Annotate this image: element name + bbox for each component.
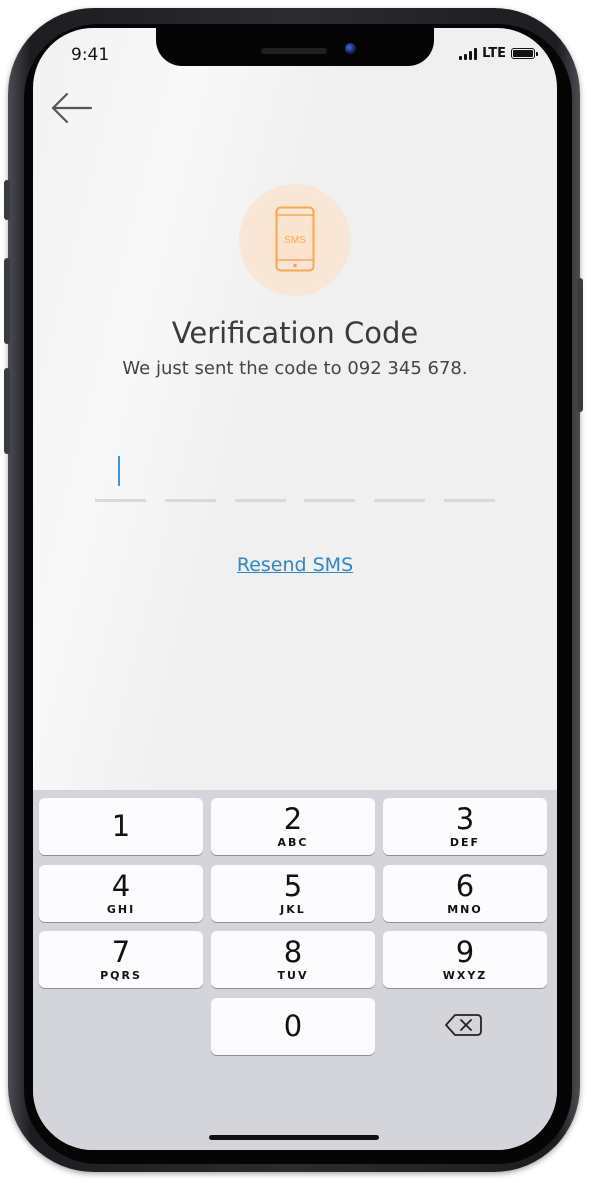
volume-down-button — [4, 368, 10, 454]
key-letters: MNO — [447, 903, 483, 916]
code-digit-5[interactable] — [374, 448, 425, 502]
sms-badge: SMS — [239, 184, 351, 296]
volume-up-button — [4, 258, 10, 344]
screen-glare — [33, 28, 389, 857]
key-0[interactable]: 0 — [211, 998, 375, 1055]
key-digit: 7 — [111, 935, 131, 969]
arrow-left-icon — [51, 92, 93, 124]
key-digit: 4 — [111, 869, 131, 903]
key-digit: 3 — [455, 802, 475, 836]
sms-icon-text: SMS — [284, 235, 306, 246]
key-9[interactable]: 9 WXYZ — [383, 931, 547, 988]
key-letters: ABC — [277, 836, 309, 849]
key-letters: GHI — [106, 903, 136, 916]
key-letters: DEF — [449, 836, 481, 849]
notch — [156, 28, 434, 66]
key-digit: 8 — [283, 935, 303, 969]
code-digit-6[interactable] — [444, 448, 495, 502]
key-8[interactable]: 8 TUV — [211, 931, 375, 988]
status-indicators: LTE — [459, 46, 538, 61]
key-digit: 1 — [111, 809, 131, 843]
key-7[interactable]: 7 PQRS — [39, 931, 203, 988]
key-2[interactable]: 2 ABC — [211, 798, 375, 855]
numeric-keypad: 1 2 ABC 3 DEF 4 GHI 5 JKL 6 MNO 7 PQRS 8… — [33, 790, 557, 1150]
battery-icon — [511, 48, 538, 59]
back-button[interactable] — [49, 90, 95, 126]
speaker-grille — [261, 48, 327, 54]
code-digit-1[interactable] — [95, 448, 146, 502]
home-indicator[interactable] — [209, 1135, 379, 1140]
key-digit: 0 — [283, 1009, 303, 1043]
status-time: 9:41 — [71, 45, 110, 65]
text-cursor — [118, 456, 120, 486]
phone-screen: 9:41 LTE SMS Verification Code We just s… — [33, 28, 557, 1150]
delete-key[interactable] — [383, 996, 547, 1053]
key-6[interactable]: 6 MNO — [383, 865, 547, 922]
key-letters: WXYZ — [442, 969, 488, 982]
page-title: Verification Code — [171, 316, 419, 350]
page-subtitle: We just sent the code to 092 345 678. — [122, 358, 468, 379]
backspace-icon — [445, 1014, 482, 1036]
key-digit: 9 — [455, 935, 475, 969]
code-digit-3[interactable] — [235, 448, 286, 502]
key-5[interactable]: 5 JKL — [211, 865, 375, 922]
code-digit-2[interactable] — [165, 448, 216, 502]
key-1[interactable]: 1 — [39, 798, 203, 855]
key-4[interactable]: 4 GHI — [39, 865, 203, 922]
resend-sms-link[interactable]: Resend SMS — [33, 554, 557, 576]
signal-icon — [459, 47, 478, 60]
key-digit: 2 — [283, 802, 303, 836]
key-letters: JKL — [280, 903, 306, 916]
code-input[interactable] — [95, 448, 495, 502]
key-3[interactable]: 3 DEF — [383, 798, 547, 855]
key-digit: 6 — [455, 869, 475, 903]
power-button — [577, 278, 583, 412]
silent-switch — [4, 180, 10, 220]
network-label: LTE — [482, 46, 506, 61]
key-digit: 5 — [283, 869, 303, 903]
key-letters: PQRS — [100, 969, 142, 982]
code-digit-4[interactable] — [304, 448, 355, 502]
key-letters: TUV — [277, 969, 309, 982]
sms-phone-icon: SMS — [275, 206, 315, 272]
front-camera — [345, 43, 356, 54]
